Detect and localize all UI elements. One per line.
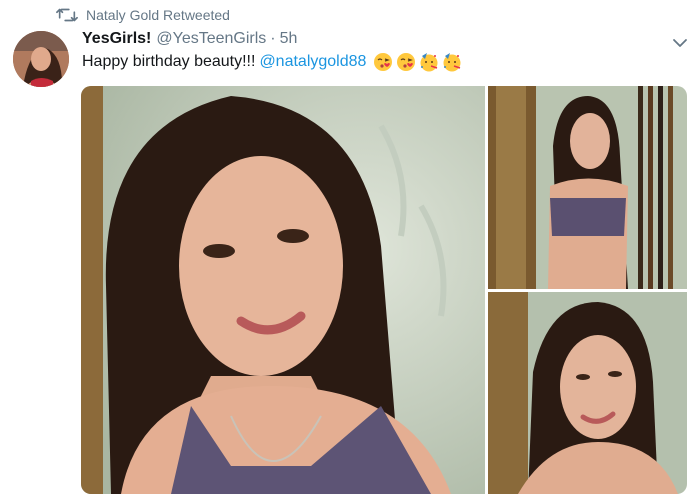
party-face-emoji bbox=[420, 53, 438, 72]
separator-dot: · bbox=[270, 30, 276, 47]
timestamp[interactable]: 5h bbox=[280, 30, 298, 48]
mention-link[interactable]: @natalygold88 bbox=[259, 53, 366, 71]
user-handle[interactable]: @YesTeenGirls bbox=[156, 30, 266, 48]
photo-top-image bbox=[488, 86, 687, 289]
avatar-photo bbox=[13, 31, 69, 87]
photo-bottom-image bbox=[488, 292, 687, 494]
media-photo-bottom-right[interactable] bbox=[488, 292, 687, 494]
kissing-face-emoji bbox=[397, 53, 416, 71]
media-photo-top-right[interactable] bbox=[488, 86, 687, 289]
kissing-face-emoji bbox=[374, 53, 393, 71]
retweet-label: Nataly Gold Retweeted bbox=[86, 7, 230, 23]
chevron-down-icon[interactable] bbox=[670, 33, 690, 53]
tweet-body: Happy birthday beauty!!! bbox=[82, 53, 256, 70]
retweet-icon bbox=[56, 8, 78, 22]
party-face-emoji bbox=[443, 53, 461, 72]
media-photo-main[interactable] bbox=[81, 86, 485, 494]
tweet-header: YesGirls! @YesTeenGirls · 5h bbox=[82, 28, 297, 50]
emoji-group bbox=[373, 52, 462, 72]
tweet-media-grid bbox=[81, 86, 687, 494]
photo-main-image bbox=[81, 86, 485, 494]
display-name[interactable]: YesGirls! bbox=[82, 30, 151, 48]
avatar[interactable] bbox=[13, 31, 69, 87]
retweet-context[interactable]: Nataly Gold Retweeted bbox=[56, 5, 230, 25]
tweet-text: Happy birthday beauty!!! @natalygold88 bbox=[82, 50, 462, 74]
